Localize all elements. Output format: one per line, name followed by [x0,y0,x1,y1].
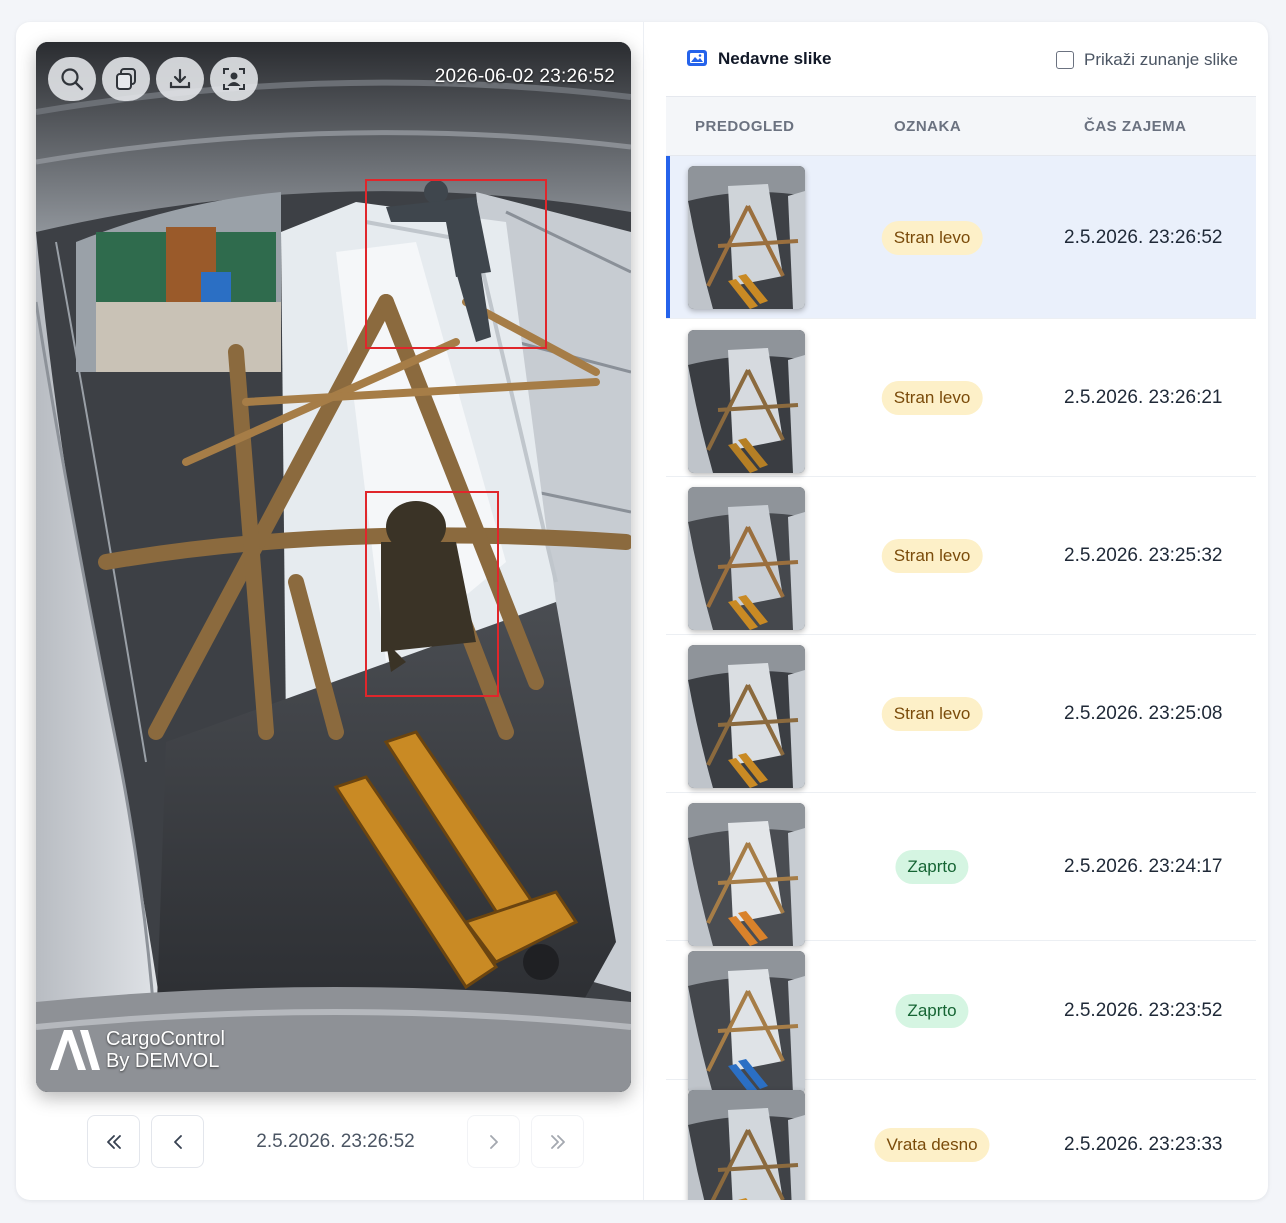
thumbnail-image [688,803,805,946]
camera-scene [36,42,631,1092]
cargocontrol-logo-icon [50,1030,100,1070]
copy-icon [116,68,136,90]
image-timestamp: 2026-06-02 23:26:52 [434,66,615,87]
recent-images-title: Nedavne slike [686,49,831,69]
double-chevron-right-icon [550,1134,565,1149]
column-header-label: OZNAKA [894,118,962,135]
capture-time: 2.5.2026. 23:26:52 [1064,227,1223,248]
brand-name: CargoControl [106,1028,225,1050]
last-image-button[interactable] [531,1115,584,1168]
status-badge: Zaprto [895,994,969,1028]
capture-time: 2.5.2026. 23:23:52 [1064,1000,1223,1021]
table-row[interactable]: Stran levo 2.5.2026. 23:26:21 [666,319,1256,477]
row-thumbnail[interactable] [688,166,805,309]
table-body: Stran levo 2.5.2026. 23:26:52 Stran levo 2.… [666,156,1256,1200]
person-detect-button[interactable] [210,57,258,101]
row-thumbnail[interactable] [688,803,805,946]
recent-images-header: Nedavne slike Prikaži zunanje slike [666,22,1256,96]
download-icon [169,68,191,89]
table-row[interactable]: Stran levo 2.5.2026. 23:25:08 [666,635,1256,793]
main-card: 2026-06-02 23:26:52 CargoControl By DEMV… [16,22,1268,1200]
viewer-toolbar [48,57,258,101]
recent-images-pane: Nedavne slike Prikaži zunanje slike PRED… [666,22,1256,1200]
show-external-images-checkbox[interactable] [1055,51,1074,69]
show-external-images-label: Prikaži zunanje slike [1083,50,1238,69]
status-badge: Zaprto [895,850,969,884]
thumbnail-image [688,166,805,309]
brand-sub: By DEMVOL [106,1050,220,1072]
column-header-capture-time: ČAS ZAJEMA [1084,118,1187,135]
recent-images-title-text: Nedavne slike [718,49,832,68]
capture-time: 2.5.2026. 23:24:17 [1064,856,1223,877]
row-thumbnail[interactable] [688,1090,805,1200]
row-thumbnail[interactable] [688,487,805,630]
first-image-button[interactable] [87,1115,140,1168]
table-row[interactable]: Stran levo 2.5.2026. 23:26:52 [666,156,1256,319]
capture-time: 2.5.2026. 23:25:08 [1064,703,1223,724]
zoom-button[interactable] [48,57,96,101]
status-badge: Vrata desno [874,1128,990,1162]
table-row[interactable]: Zaprto 2.5.2026. 23:24:17 [666,793,1256,946]
thumbnail-image [688,330,805,473]
chevron-left-icon [173,1134,182,1149]
previous-image-button[interactable] [151,1115,204,1168]
thumbnail-image [688,1090,805,1200]
double-chevron-left-icon [106,1134,121,1149]
capture-time: 2.5.2026. 23:26:21 [1064,387,1223,408]
table-header: PREDOGLED OZNAKA ČAS ZAJEMA [666,96,1256,156]
brand-watermark: CargoControl By DEMVOL [50,1028,225,1072]
capture-time: 2.5.2026. 23:23:33 [1064,1134,1223,1155]
chevron-right-icon [489,1134,498,1149]
next-image-button[interactable] [467,1115,520,1168]
recent-images-table: PREDOGLED OZNAKA ČAS ZAJEMA Stran levo 2.… [666,96,1256,1200]
table-row[interactable]: Zaprto 2.5.2026. 23:23:52 [666,941,1256,1094]
download-button[interactable] [156,57,204,101]
current-image-date: 2.5.2026. 23:26:52 [256,1130,415,1152]
column-header-preview: PREDOGLED [695,118,795,135]
status-badge: Stran levo [881,539,983,573]
capture-time: 2.5.2026. 23:25:32 [1064,545,1223,566]
show-external-images-toggle[interactable]: Prikaži zunanje slike [1055,50,1238,70]
thumbnail-image [688,951,805,1094]
row-thumbnail[interactable] [688,951,805,1094]
images-icon [687,50,707,66]
table-row[interactable]: Vrata desno 2.5.2026. 23:23:33 [666,1080,1256,1200]
zoom-icon [61,68,84,91]
thumbnail-image [688,645,805,788]
copy-button[interactable] [102,57,150,101]
image-viewer-pane: 2026-06-02 23:26:52 CargoControl By DEMV… [16,22,644,1200]
row-thumbnail[interactable] [688,330,805,473]
image-pager: 2.5.2026. 23:26:52 [87,1115,584,1168]
table-row[interactable]: Stran levo 2.5.2026. 23:25:32 [666,477,1256,635]
status-badge: Stran levo [881,221,983,255]
status-badge: Stran levo [881,697,983,731]
status-badge: Stran levo [881,381,983,415]
camera-image[interactable]: 2026-06-02 23:26:52 CargoControl By DEMV… [36,42,631,1092]
thumbnail-image [688,487,805,630]
person-detect-icon [223,68,245,90]
row-thumbnail[interactable] [688,645,805,788]
